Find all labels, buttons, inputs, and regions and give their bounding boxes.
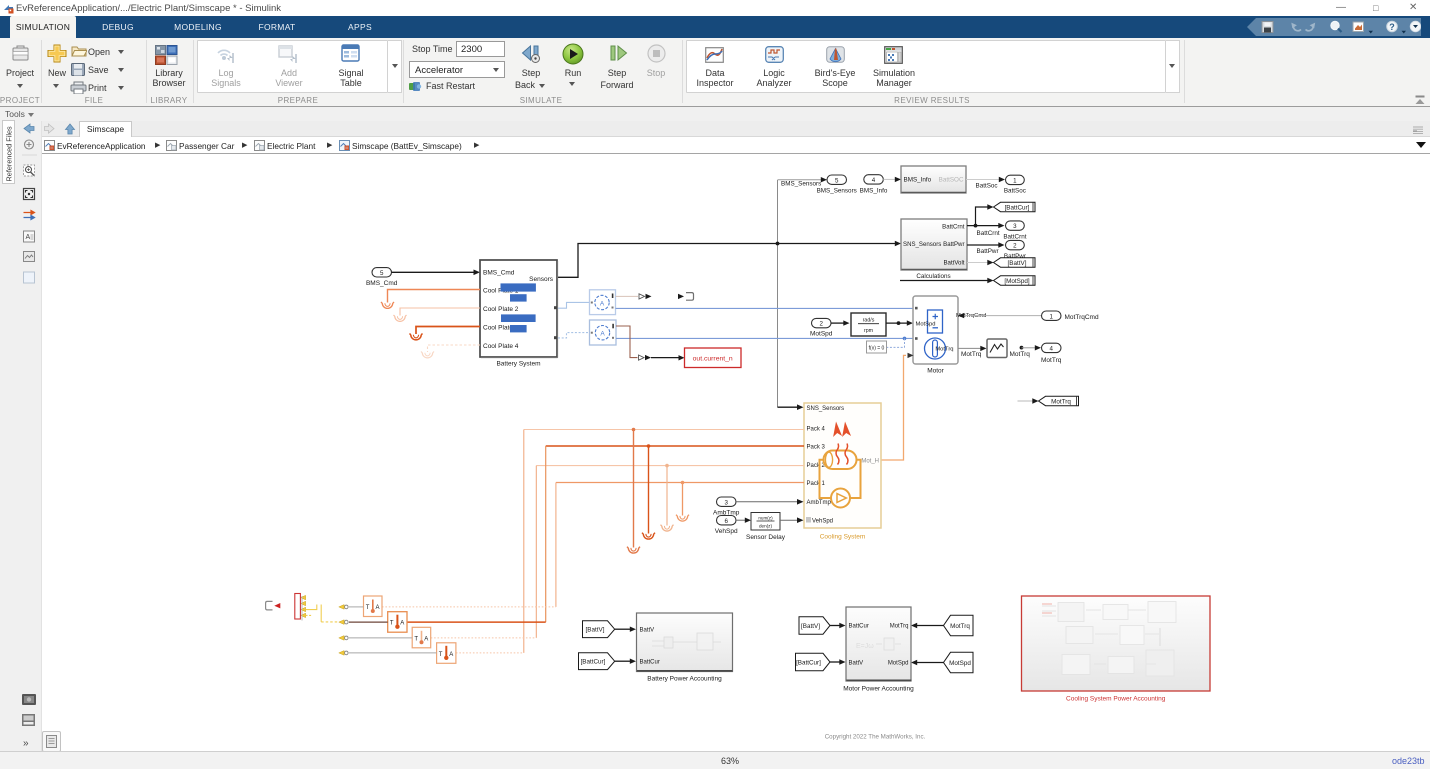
svg-text:Battery Power Accounting: Battery Power Accounting <box>647 676 722 683</box>
svg-text:rpm: rpm <box>864 328 874 334</box>
svg-text:VehSpd: VehSpd <box>812 519 833 525</box>
svg-text:[BattV]: [BattV] <box>1008 260 1027 267</box>
svg-text:BMS_Sensors: BMS_Sensors <box>817 188 857 195</box>
svg-text:Pack 3: Pack 3 <box>807 445 826 451</box>
svg-text:BattSOC: BattSOC <box>939 177 964 184</box>
svg-text:A: A <box>600 331 605 338</box>
svg-text:5: 5 <box>380 270 384 277</box>
svg-text:4: 4 <box>1049 346 1053 353</box>
svg-text:[BattCur]: [BattCur] <box>1005 205 1030 212</box>
svg-text:MotTrq: MotTrq <box>950 623 970 630</box>
svg-text:T: T <box>414 636 418 642</box>
svg-text:BattCur: BattCur <box>640 660 660 666</box>
svg-text:[BattCur]: [BattCur] <box>796 660 821 667</box>
svg-text:BMS_Info: BMS_Info <box>860 188 888 195</box>
svg-text:Pack 4: Pack 4 <box>807 427 826 433</box>
svg-text:T: T <box>390 621 394 627</box>
svg-text:BattSoc: BattSoc <box>1004 188 1026 195</box>
svg-text:BattVolt: BattVolt <box>943 260 964 267</box>
svg-text:Sensors: Sensors <box>529 276 554 283</box>
svg-text:A: A <box>376 605 380 611</box>
svg-text:?: ? <box>1389 22 1395 32</box>
svg-text:MotTrq: MotTrq <box>1041 357 1062 364</box>
svg-text:[MotSpd]: [MotSpd] <box>1004 278 1029 285</box>
svg-text:Motor Power Accounting: Motor Power Accounting <box>843 685 914 692</box>
svg-text:A: A <box>26 234 31 241</box>
svg-text:BattCur: BattCur <box>849 624 869 630</box>
svg-text:BattSoc: BattSoc <box>976 182 998 189</box>
svg-text:3: 3 <box>1013 223 1017 230</box>
svg-text:den(z): den(z) <box>759 524 772 529</box>
svg-text:BMS_Sensors: BMS_Sensors <box>781 181 821 188</box>
svg-text:BattCrnt: BattCrnt <box>1003 233 1026 240</box>
svg-text:f(x) = 0: f(x) = 0 <box>869 345 885 351</box>
svg-text:Battery System: Battery System <box>496 360 540 367</box>
svg-text:Sensor Delay: Sensor Delay <box>746 534 786 541</box>
svg-text:[BattCur]: [BattCur] <box>581 659 606 666</box>
svg-text:BattPwr: BattPwr <box>977 248 999 255</box>
svg-text:»: » <box>23 738 29 749</box>
svg-text:2: 2 <box>819 321 823 328</box>
svg-text:BMS_Info: BMS_Info <box>904 177 932 184</box>
svg-text:[BattV]: [BattV] <box>801 623 820 630</box>
svg-text:T: T <box>366 605 370 611</box>
svg-text:1: 1 <box>1013 177 1017 184</box>
svg-text:SNS_Sensors: SNS_Sensors <box>903 241 941 248</box>
svg-text:Cooling System: Cooling System <box>820 534 866 541</box>
svg-text:MotTrq: MotTrq <box>1051 399 1071 406</box>
svg-text:rad/s: rad/s <box>863 318 875 324</box>
svg-text:MotTrq: MotTrq <box>890 624 909 630</box>
svg-text:Pack 2: Pack 2 <box>807 463 826 469</box>
svg-text:BattV: BattV <box>640 628 655 634</box>
svg-text:5: 5 <box>835 177 839 184</box>
svg-text:6: 6 <box>724 518 728 525</box>
svg-text:AmbTmp: AmbTmp <box>807 500 832 506</box>
svg-text:VehSpd: VehSpd <box>715 528 738 535</box>
svg-text:Pack 1: Pack 1 <box>807 481 826 487</box>
svg-text:2: 2 <box>1013 243 1017 250</box>
svg-text:Calculations: Calculations <box>916 273 950 280</box>
svg-text:MotTrq: MotTrq <box>961 351 982 358</box>
svg-text:Referenced Files: Referenced Files <box>5 126 14 182</box>
svg-text:4: 4 <box>872 177 876 184</box>
svg-text:Motor: Motor <box>927 367 944 374</box>
svg-text:num(z): num(z) <box>758 515 773 520</box>
svg-text:MotTrqCmd: MotTrqCmd <box>1065 314 1099 321</box>
svg-text:MotSpd: MotSpd <box>949 660 971 667</box>
svg-text:MotTrq: MotTrq <box>935 346 953 352</box>
svg-text:Cooling System Power Accountin: Cooling System Power Accounting <box>1066 695 1166 702</box>
svg-text:A: A <box>600 300 605 307</box>
svg-text:3: 3 <box>724 499 728 506</box>
svg-text:Cool Plate 4: Cool Plate 4 <box>483 343 519 350</box>
svg-text:MotSpd: MotSpd <box>888 661 909 667</box>
svg-text:E=Jω: E=Jω <box>856 643 874 650</box>
svg-text:Cool Plate 2: Cool Plate 2 <box>483 306 519 313</box>
svg-text:MotSpd: MotSpd <box>916 321 936 327</box>
svg-text:BMS_Cmd: BMS_Cmd <box>483 269 515 276</box>
svg-text:A: A <box>400 621 404 627</box>
svg-text:BMS_Cmd: BMS_Cmd <box>366 280 398 287</box>
svg-text:BattPwr: BattPwr <box>943 241 964 248</box>
svg-text:out.current_n: out.current_n <box>693 356 733 363</box>
svg-text:1: 1 <box>1049 313 1053 320</box>
svg-text:BattCrnt: BattCrnt <box>942 223 965 230</box>
svg-text:A: A <box>424 636 428 642</box>
svg-text:SNS_Sensors: SNS_Sensors <box>807 406 845 412</box>
svg-text:BattCrnt: BattCrnt <box>977 230 1000 237</box>
svg-text:MotTrq: MotTrq <box>1010 351 1031 358</box>
svg-text:Copyright 2022 The MathWorks,: Copyright 2022 The MathWorks, Inc. <box>825 734 926 741</box>
svg-text:T: T <box>439 652 443 658</box>
svg-text:MotSpd: MotSpd <box>810 331 833 338</box>
svg-text:Mot_H: Mot_H <box>861 459 879 465</box>
svg-text:A: A <box>449 652 453 658</box>
svg-text:BattV: BattV <box>849 661 864 667</box>
svg-text:[BattV]: [BattV] <box>586 627 605 634</box>
